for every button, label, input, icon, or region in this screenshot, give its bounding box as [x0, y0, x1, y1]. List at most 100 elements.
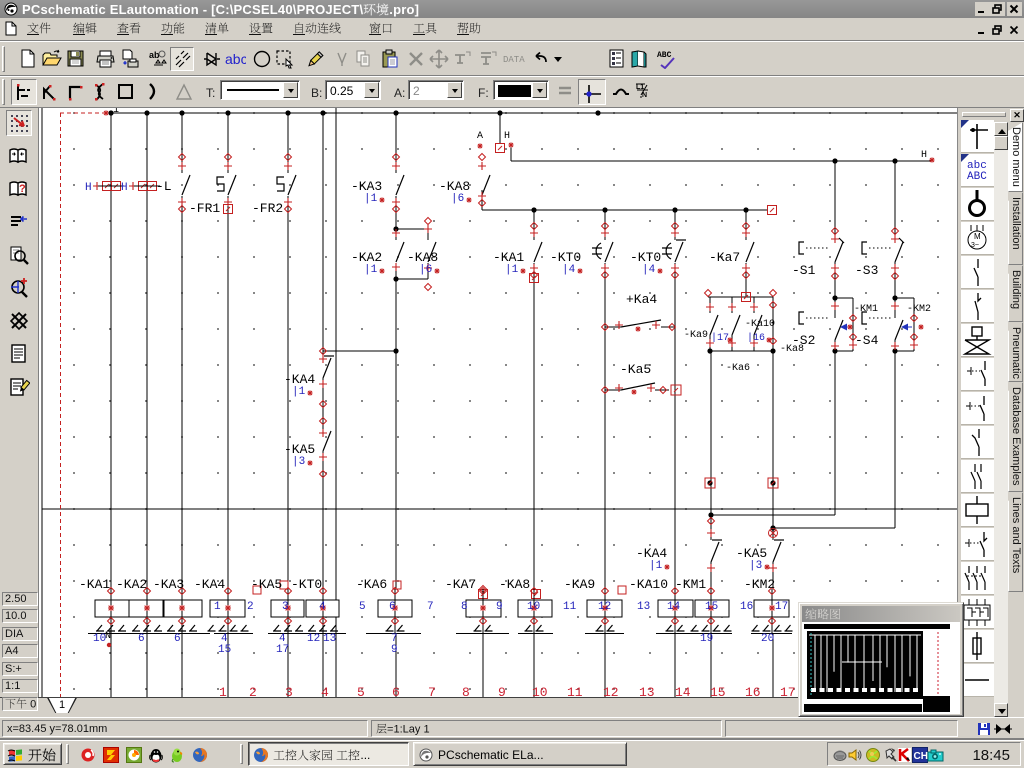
- symbol-cell-limit-contact[interactable]: [961, 426, 994, 459]
- toolbar-print-page-button[interactable]: [118, 47, 142, 71]
- symbol-scrollbar[interactable]: [994, 122, 1008, 717]
- taskbar-grip2[interactable]: [240, 744, 243, 764]
- toolbar-pencil-button[interactable]: [303, 47, 327, 71]
- symbol-cell-lamp[interactable]: [961, 188, 994, 221]
- taskbar-grip[interactable]: [66, 744, 69, 764]
- mdi-restore-button[interactable]: [990, 23, 1005, 37]
- quicklaunch-browser-red[interactable]: [80, 747, 96, 763]
- line-width-combo-drop-icon[interactable]: [364, 82, 379, 98]
- symbol-cell-text-abc[interactable]: abcABC: [961, 154, 994, 187]
- tray-lang-ch[interactable]: CH: [912, 747, 928, 763]
- menu-window[interactable]: [369, 21, 393, 37]
- toolbar-text-mode-button[interactable]: abc: [222, 47, 246, 71]
- panel-grip[interactable]: [962, 112, 1006, 117]
- toolbar2-grip[interactable]: [2, 79, 5, 105]
- toolbar-open-button[interactable]: [40, 47, 64, 71]
- close-button[interactable]: [1007, 2, 1022, 16]
- panel-tab-demo-menu[interactable]: Demo menu: [1008, 122, 1023, 192]
- restore-button[interactable]: [990, 2, 1005, 16]
- menu-edit[interactable]: [73, 21, 97, 37]
- toolbar-save-button[interactable]: [64, 47, 88, 71]
- symbol-cell-pushbutton-delay[interactable]: [961, 528, 994, 561]
- menu-functions[interactable]: [161, 21, 185, 37]
- tool-snap-cross-button[interactable]: [578, 79, 606, 105]
- status-box-2[interactable]: DIA: [2, 627, 38, 641]
- symbol-cell-contact-no[interactable]: [961, 256, 994, 289]
- tool-arc2-button[interactable]: [609, 79, 631, 105]
- left-book-question-button[interactable]: ?: [6, 176, 32, 202]
- mdi-minimize-button[interactable]: [975, 23, 990, 37]
- panel-tab-lines-and-texts[interactable]: Lines and Texts: [1008, 492, 1023, 592]
- fill-color-combo[interactable]: [493, 80, 549, 100]
- status-box-6[interactable]: 0: [2, 697, 38, 711]
- task-button-1[interactable]: ...: [248, 742, 409, 766]
- tray-chip[interactable]: [832, 747, 848, 763]
- toolbar-new-button[interactable]: [16, 47, 40, 71]
- left-zoom-plus-button[interactable]: [6, 275, 32, 301]
- symbol-cell-valve[interactable]: [961, 324, 994, 357]
- toolbar-lines-mode-button[interactable]: [170, 47, 194, 71]
- tool-line-label-button[interactable]: L1N: [632, 79, 654, 105]
- tool-rect-tool-button[interactable]: [113, 79, 139, 105]
- symbol-cell-contact-nc[interactable]: [961, 290, 994, 323]
- symbol-cell-conn-tee[interactable]: [961, 120, 994, 153]
- toolbar-symbols-mode-button[interactable]: [200, 47, 224, 71]
- tool-corner-tool-button[interactable]: [63, 79, 89, 105]
- scroll-thumb[interactable]: [994, 136, 1008, 150]
- tray-kaspersky[interactable]: [897, 747, 913, 763]
- start-button[interactable]: [3, 743, 62, 765]
- status-box-3[interactable]: A4: [2, 644, 38, 658]
- status-symbol-icon[interactable]: [994, 722, 1012, 736]
- panel-close-icon[interactable]: ✕: [1010, 109, 1024, 122]
- quicklaunch-thunder[interactable]: [103, 747, 119, 763]
- left-zoom-page-button[interactable]: [6, 242, 32, 268]
- panel-tab-pneumatic[interactable]: Pneumatic: [1008, 322, 1023, 382]
- tool-arc-tool-button[interactable]: [140, 79, 166, 105]
- tray-camera[interactable]: [927, 747, 943, 763]
- symbol-cell-pushbutton-no[interactable]: [961, 358, 994, 391]
- quicklaunch-qq[interactable]: [148, 747, 164, 763]
- status-box-5[interactable]: 1:1: [2, 679, 38, 693]
- thumbnail-content[interactable]: [802, 622, 960, 714]
- toolbar-spellcheck-button[interactable]: ABC: [654, 47, 678, 71]
- symbol-cell-contact-hook[interactable]: [961, 460, 994, 493]
- toolbar-find-replace-button[interactable]: ab: [146, 47, 170, 71]
- tray-pin[interactable]: [882, 747, 898, 763]
- fill-color-combo-drop-icon[interactable]: [532, 82, 547, 98]
- thumbnail-window[interactable]: [798, 602, 964, 717]
- tray-ball[interactable]: [865, 747, 881, 763]
- symbol-cell-three-phase[interactable]: [961, 562, 994, 595]
- menu-settings[interactable]: [249, 21, 273, 37]
- menu-lists[interactable]: [205, 21, 229, 37]
- left-deselect-button[interactable]: [6, 308, 32, 334]
- status-box-1[interactable]: 10.0: [2, 609, 38, 623]
- menu-autorouting[interactable]: [293, 21, 341, 37]
- panel-tab-database-examples[interactable]: Database Examples: [1008, 382, 1023, 492]
- symbol-cell-coil[interactable]: [961, 494, 994, 527]
- tool-polyline-tool-button[interactable]: [11, 79, 37, 105]
- panel-tab-installation[interactable]: Installation: [1008, 192, 1023, 265]
- angle-combo-drop-icon[interactable]: [447, 82, 462, 98]
- toolbar-undo-drop-button[interactable]: [550, 47, 574, 71]
- status-box-4[interactable]: S:+: [2, 662, 38, 676]
- symbol-cell-line[interactable]: [961, 664, 994, 697]
- toolbar-circle-mode-button[interactable]: [250, 47, 274, 71]
- scroll-down-button[interactable]: [994, 703, 1008, 717]
- status-box-0[interactable]: 2.50: [2, 592, 38, 606]
- left-list-arrow-button[interactable]: [6, 209, 32, 235]
- quicklaunch-parrot[interactable]: [169, 747, 185, 763]
- status-save-icon[interactable]: [977, 722, 991, 736]
- line-type-combo[interactable]: [220, 80, 300, 100]
- line-width-combo[interactable]: 0.25: [325, 80, 381, 100]
- tool-angle-line-tool-button[interactable]: [38, 79, 64, 105]
- toolbar-grip[interactable]: [2, 46, 5, 72]
- minimize-button[interactable]: [975, 2, 990, 16]
- toolbar-print-button[interactable]: [94, 47, 118, 71]
- angle-combo[interactable]: 2: [408, 80, 464, 100]
- tray-volume[interactable]: [847, 747, 863, 763]
- toolbar-book-button[interactable]: [627, 47, 651, 71]
- symbol-cell-pushbutton-dotted[interactable]: [961, 392, 994, 425]
- line-type-combo-drop-icon[interactable]: [283, 82, 298, 98]
- quicklaunch-firefox[interactable]: [192, 747, 208, 763]
- scroll-up-button[interactable]: [994, 122, 1008, 136]
